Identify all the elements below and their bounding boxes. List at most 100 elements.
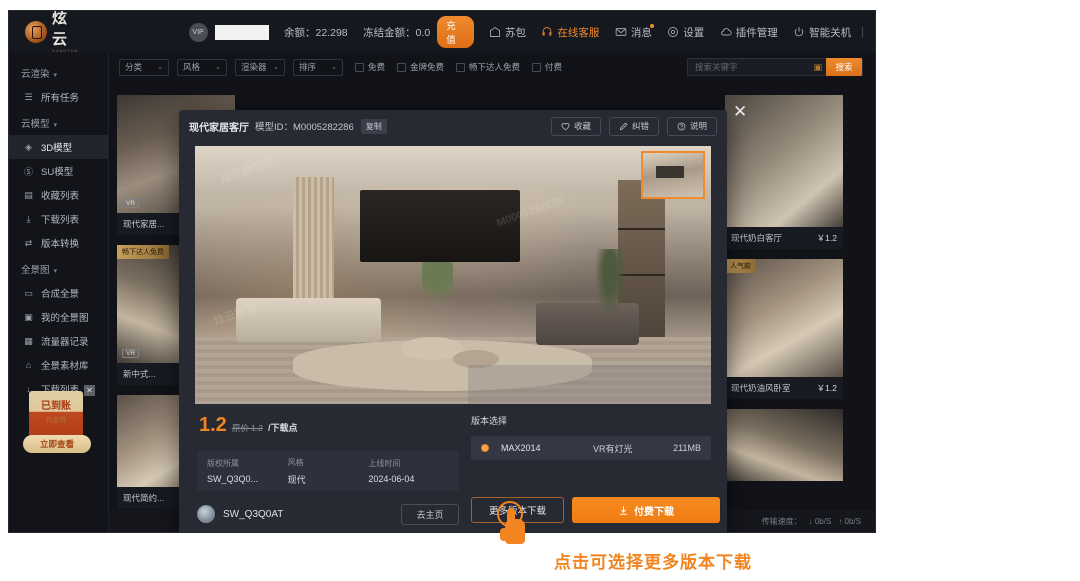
promo-cta-button[interactable]: 立即查看 — [23, 435, 91, 453]
filter-checkbox-paid[interactable]: 付费 — [532, 61, 562, 73]
star-box-icon: ▤ — [24, 189, 33, 200]
avatar[interactable]: VIP — [188, 22, 208, 42]
model-price: ￥1.2 — [816, 233, 837, 243]
sidebar-item-label: 3D模型 — [41, 143, 73, 154]
sidebar-item-label: 版本转换 — [41, 239, 80, 250]
wallet-label: 苏包 — [504, 26, 526, 39]
sidebar-group-cloud-render[interactable]: 云渲染 — [9, 59, 108, 85]
sidebar-group-cloud-model[interactable]: 云模型 — [9, 109, 108, 135]
filter-checkbox-free[interactable]: 免费 — [355, 61, 385, 73]
photo-plant-tall — [592, 249, 629, 327]
search-button[interactable]: 搜索 — [826, 58, 862, 76]
swap-icon: ⇄ — [24, 237, 33, 248]
checkbox-label: 免费 — [368, 62, 386, 72]
online-support-button[interactable]: 在线客服 — [541, 25, 599, 40]
titlebar-divider: | — [861, 26, 865, 38]
download-icon: ⤓ — [26, 213, 31, 224]
online-support-label: 在线客服 — [557, 26, 600, 39]
wallet-button[interactable]: 苏包 — [489, 25, 526, 40]
report-error-label: 纠错 — [631, 121, 649, 131]
go-homepage-button[interactable]: 去主页 — [401, 503, 459, 525]
sidebar-item-favorites[interactable]: ▤ 收藏列表 — [9, 183, 108, 207]
filter-checkbox-gold-free[interactable]: 金牌免费 — [397, 61, 444, 73]
sidebar-item-traffic-record[interactable]: ▦ 流量器记录 — [9, 329, 108, 353]
photo-tv-wall — [360, 189, 521, 263]
recharge-button[interactable]: 充值 — [437, 16, 474, 48]
info-key: 版权所属 — [207, 459, 239, 468]
model-card[interactable]: 人气款 现代奶油风卧室 ￥1.2 — [725, 259, 843, 399]
logo-title: 炫云 — [52, 10, 69, 48]
message-label-wrap: 消息 — [630, 23, 654, 40]
model-info-table: 版权所属 SW_Q3Q0... 风格 现代 上线时间 2024-06-04 — [197, 451, 459, 491]
sidebar-item-su-model[interactable]: Ⓢ SU模型 — [9, 159, 108, 183]
price-block: 1.2 原价 1.2 /下载点 — [199, 414, 298, 437]
close-icon[interactable]: ✕ — [733, 103, 747, 120]
version-select-block: 版本选择 MAX2014 VR有灯光 211MB — [471, 414, 711, 460]
sidebar-item-label: 流量器记录 — [41, 337, 89, 348]
sidebar-item-3d-model[interactable]: ◈ 3D模型 — [9, 135, 108, 159]
report-error-button[interactable]: 纠错 — [608, 116, 659, 136]
chevron-down-icon: ⌄ — [331, 64, 337, 71]
filter-sort-select[interactable]: 排序 ⌄ — [293, 58, 343, 76]
model-detail-dialog: 现代家居客厅 模型ID：M0005282286 复制 收藏 纠错 说明 炫云模型… — [179, 110, 727, 532]
preview-thumbnail-selected[interactable] — [641, 151, 705, 199]
version-lighting: VR有灯光 — [593, 443, 633, 454]
paid-download-button[interactable]: 付费下载 — [572, 497, 720, 523]
checkbox-label: 付费 — [545, 62, 563, 72]
copy-id-button[interactable]: 复制 — [360, 118, 387, 134]
sidebar-item-label: 所有任务 — [41, 93, 80, 104]
sketchup-icon: Ⓢ — [23, 166, 33, 177]
settings-button[interactable]: 设置 — [667, 25, 704, 40]
sidebar-item-version-convert[interactable]: ⇄ 版本转换 — [9, 231, 108, 255]
model-card[interactable] — [725, 409, 843, 481]
price-value: 1.2 — [199, 414, 227, 436]
help-button[interactable]: 说明 — [666, 116, 717, 136]
sidebar-item-all-tasks[interactable]: ☰ 所有任务 — [9, 85, 108, 109]
balance-label: 余额：22.298 — [284, 26, 348, 39]
minimize-button[interactable]: – — [874, 25, 875, 39]
camera-icon[interactable]: ▣ — [813, 62, 822, 73]
sidebar-item-download-list[interactable]: ⤓ 下载列表 — [9, 207, 108, 231]
sidebar-item-compose-panorama[interactable]: ▭ 合成全景 — [9, 281, 108, 305]
pencil-icon — [619, 122, 628, 130]
sidebar-item-label: SU模型 — [41, 167, 74, 178]
favorite-button[interactable]: 收藏 — [550, 116, 601, 136]
heart-icon — [561, 122, 570, 130]
version-row[interactable]: MAX2014 VR有灯光 211MB — [471, 436, 711, 460]
message-button[interactable]: 消息 — [615, 23, 654, 40]
model-badge: 人气款 — [725, 259, 756, 273]
smart-shutdown-button[interactable]: 智能关机 — [793, 25, 851, 40]
filter-style-select[interactable]: 风格 ⌄ — [177, 58, 227, 76]
model-name: 现代简约... — [123, 493, 165, 503]
sidebar-group-panorama[interactable]: 全景图 — [9, 255, 108, 281]
vr-tag: VR — [122, 199, 140, 208]
filter-renderer-select[interactable]: 渲染器 ⌄ — [235, 58, 285, 76]
question-icon — [677, 122, 686, 130]
message-badge-dot — [649, 23, 654, 28]
app-logo: 炫云 ® XUANYUN CLOUD — [25, 10, 79, 58]
promo-title: 已到账 — [41, 401, 71, 412]
sidebar-item-panorama-library[interactable]: ⌂ 全景素材库 — [9, 353, 108, 377]
radio-selected-icon[interactable] — [481, 444, 489, 452]
promo-close-icon[interactable]: ✕ — [84, 385, 95, 396]
paid-download-label: 付费下载 — [634, 506, 674, 518]
watermark-strip — [468, 365, 711, 404]
model-price: ￥1.2 — [816, 383, 837, 393]
sidebar-item-my-panorama[interactable]: ▣ 我的全景图 — [9, 305, 108, 329]
favorite-label: 收藏 — [573, 121, 591, 131]
title-bar: 炫云 ® XUANYUN CLOUD VIP 余额：22.298 冻结金额：0.… — [9, 11, 875, 58]
model-badge: 畅下达人免费 — [117, 245, 169, 259]
version-select-title: 版本选择 — [471, 416, 508, 426]
headset-icon — [542, 27, 552, 36]
filter-bar: 分类 ⌄ 风格 ⌄ 渲染器 ⌄ 排序 ⌄ 免费 金牌免费 畅下达人免费 付费 搜… — [109, 53, 875, 81]
plugins-button[interactable]: 插件管理 — [720, 25, 778, 40]
search-input[interactable] — [688, 62, 814, 72]
message-label: 消息 — [630, 26, 652, 39]
filter-checkbox-vip-free[interactable]: 畅下达人免费 — [456, 61, 520, 73]
filter-category-select[interactable]: 分类 ⌄ — [119, 58, 169, 76]
application-window: 炫云 ® XUANYUN CLOUD VIP 余额：22.298 冻结金额：0.… — [8, 10, 876, 533]
checkbox-icon — [397, 62, 407, 72]
plugins-label: 插件管理 — [735, 26, 778, 39]
model-preview-image[interactable]: 炫云模型库 M0005282286 炫云模型 — [195, 146, 711, 404]
promo-banner[interactable]: 已到账 代金券 立即查看 ✕ — [23, 383, 95, 465]
